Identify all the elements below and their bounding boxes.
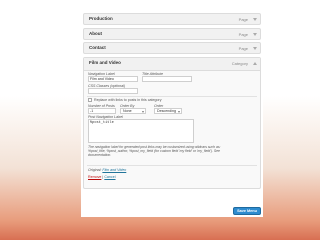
menu-item-title: Contact bbox=[89, 45, 106, 50]
expand-arrow-icon[interactable] bbox=[253, 17, 257, 21]
menu-item-title: Production bbox=[89, 16, 113, 21]
menu-item-type: Page bbox=[238, 16, 248, 22]
menu-item-production[interactable]: Production Page bbox=[83, 13, 261, 25]
chevron-down-icon bbox=[142, 110, 144, 113]
replace-links-label: Replace with links to posts in this cate… bbox=[94, 98, 162, 102]
menu-item-film-and-video: Film and Video Category Navigation Label… bbox=[83, 57, 261, 189]
order-select[interactable]: Descending bbox=[154, 108, 182, 114]
order-by-select[interactable]: None bbox=[120, 108, 146, 114]
expand-arrow-icon[interactable] bbox=[253, 46, 257, 50]
title-attribute-input[interactable] bbox=[142, 76, 192, 82]
menu-item-about[interactable]: About Page bbox=[83, 28, 261, 40]
cancel-link[interactable]: Cancel bbox=[104, 175, 115, 179]
original-label: Original: Film and Video bbox=[88, 168, 126, 172]
menu-item-title: Film and Video bbox=[89, 60, 121, 65]
menu-structure-panel: Production Page About Page Contact Page … bbox=[81, 0, 263, 217]
original-text: Original: bbox=[88, 168, 102, 172]
collapse-arrow-icon[interactable] bbox=[253, 61, 257, 65]
order-value: Descending bbox=[157, 109, 176, 113]
menu-item-type: Page bbox=[238, 31, 248, 37]
save-menu-button[interactable]: Save Menu bbox=[233, 207, 261, 215]
original-link[interactable]: Film and Video bbox=[102, 168, 126, 172]
order-by-value: None bbox=[123, 109, 132, 113]
navigation-label-input[interactable]: Film and Video bbox=[88, 76, 138, 82]
menu-item-title: About bbox=[89, 31, 102, 36]
divider bbox=[87, 165, 257, 166]
remove-link[interactable]: Remove bbox=[88, 175, 101, 179]
menu-item-contact[interactable]: Contact Page bbox=[83, 42, 261, 54]
item-actions: Remove | Cancel bbox=[88, 175, 116, 179]
expand-arrow-icon[interactable] bbox=[253, 32, 257, 36]
help-text: The navigation label for generated post … bbox=[88, 145, 221, 158]
menu-item-type: Category bbox=[231, 60, 248, 66]
post-navigation-label-textarea[interactable]: %post_title bbox=[88, 119, 194, 143]
replace-links-checkbox[interactable] bbox=[88, 98, 92, 102]
menu-item-header[interactable]: Film and Video Category bbox=[84, 58, 260, 71]
css-classes-input[interactable] bbox=[88, 88, 138, 94]
number-of-posts-input[interactable]: -1 bbox=[88, 108, 116, 114]
divider bbox=[87, 96, 257, 97]
chevron-down-icon bbox=[178, 110, 180, 113]
menu-item-type: Page bbox=[238, 45, 248, 51]
